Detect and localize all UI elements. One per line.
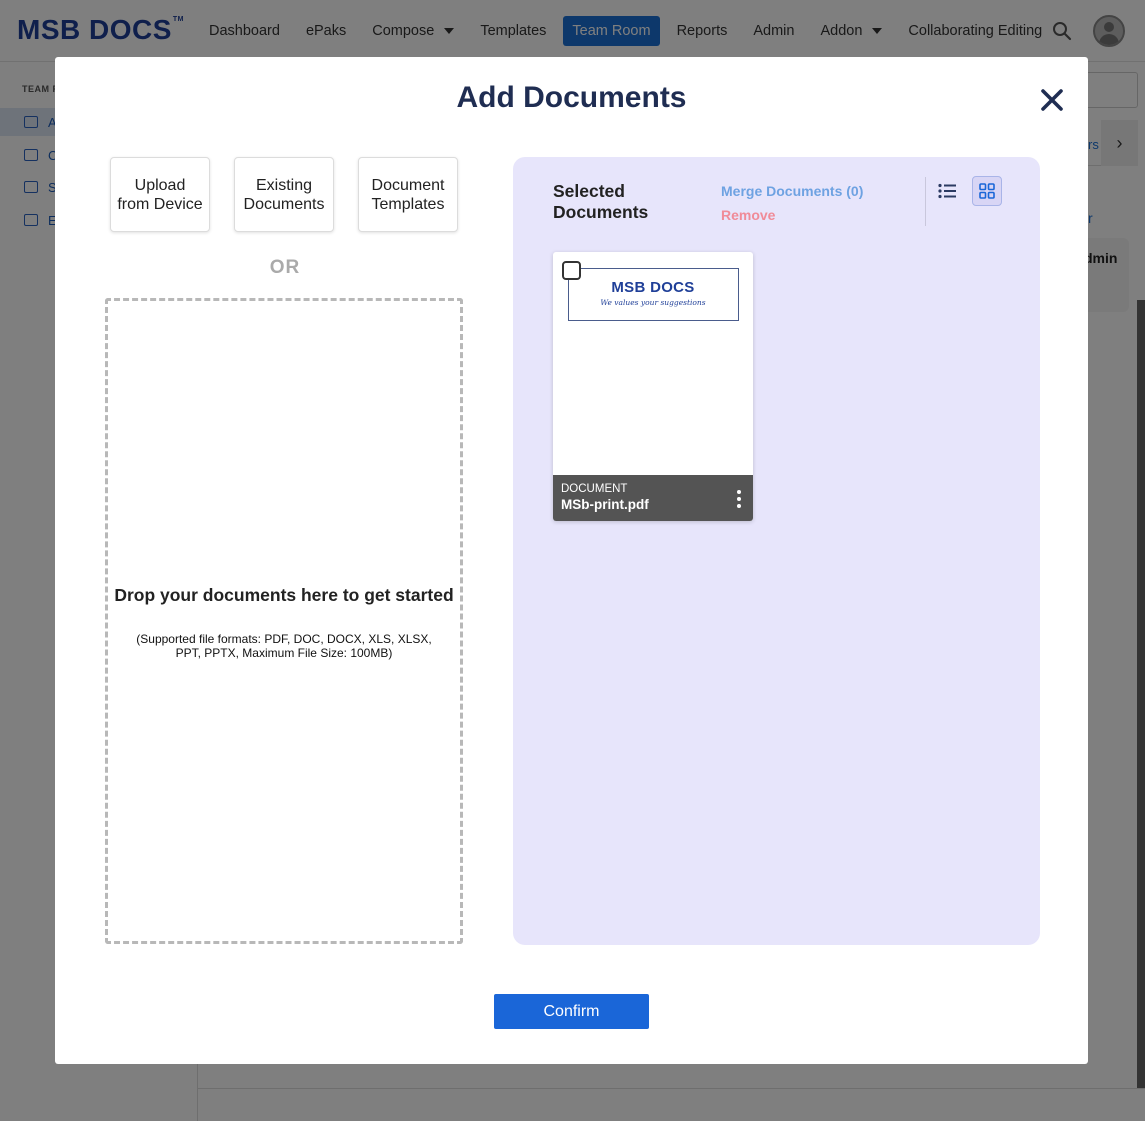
confirm-button[interactable]: Confirm (494, 994, 649, 1029)
grid-view-icon[interactable] (972, 176, 1002, 206)
document-file-name: MSb-print.pdf (561, 497, 649, 512)
upload-from-device-button[interactable]: Upload from Device (110, 157, 210, 232)
modal-title: Add Documents (456, 81, 687, 114)
document-card[interactable]: MSB DOCS We values your suggestions DOCU… (553, 252, 753, 521)
document-card-footer: DOCUMENT MSb-print.pdf (553, 475, 753, 521)
thumbnail-tagline: We values your suggestions (600, 298, 706, 307)
supported-formats-note: (Supported file formats: PDF, DOC, DOCX,… (136, 632, 432, 660)
document-thumbnail: MSB DOCS We values your suggestions (568, 268, 739, 321)
add-documents-modal: Add Documents Upload from Device Existin… (55, 57, 1088, 1064)
drop-zone-title: Drop your documents here to get started (114, 585, 454, 605)
or-separator: OR (269, 257, 301, 278)
list-view-icon[interactable] (932, 176, 962, 206)
divider (925, 177, 926, 226)
thumbnail-logo: MSB DOCS (611, 279, 695, 296)
document-type-label: DOCUMENT (561, 483, 628, 495)
selected-documents-panel: Selected Documents Merge Documents (0) R… (513, 157, 1040, 945)
more-options-icon[interactable] (729, 487, 749, 511)
document-select-checkbox[interactable] (562, 261, 581, 280)
remove-link[interactable]: Remove (721, 207, 775, 223)
file-drop-zone[interactable]: Drop your documents here to get started … (105, 298, 463, 944)
selected-documents-title: Selected Documents (553, 181, 649, 222)
close-icon[interactable] (1037, 83, 1067, 117)
existing-documents-button[interactable]: Existing Documents (234, 157, 334, 232)
document-templates-button[interactable]: Document Templates (358, 157, 458, 232)
merge-documents-link[interactable]: Merge Documents (0) (721, 183, 863, 199)
